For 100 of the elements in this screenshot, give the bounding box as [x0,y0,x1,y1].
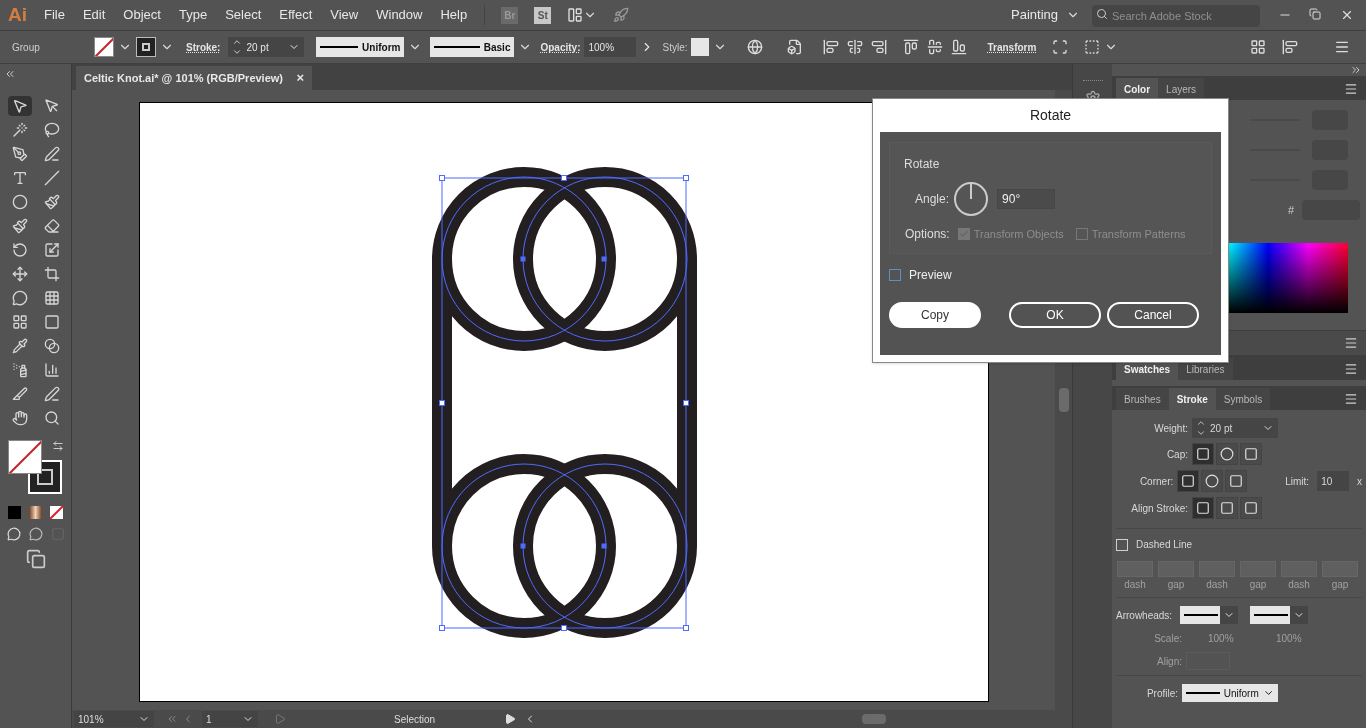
cap-label: Cap: [1165,447,1188,462]
option-button[interactable] [1240,443,1262,465]
search-field[interactable]: Search Adobe Stock [1092,5,1260,27]
option-button[interactable] [1192,497,1214,519]
check-icon [958,229,969,239]
panel-menu-icon[interactable] [1344,82,1358,96]
swap-icon[interactable] [51,440,64,452]
menu-item[interactable]: File [35,5,74,25]
gradient-mode-swatch[interactable] [29,506,42,519]
menu-icon[interactable] [1334,39,1350,55]
transform-link[interactable]: Transform [987,39,1037,55]
spinner-up-icon[interactable] [232,37,243,47]
align-left-icon[interactable] [823,39,840,55]
option-button[interactable] [1225,470,1248,492]
color-mode-swatch[interactable] [8,506,21,519]
brush-dropdown[interactable]: Basic [430,37,515,57]
panel-menu-icon[interactable] [1344,362,1358,376]
dash-gap-label: dash [1124,578,1146,592]
align-center-icon[interactable] [847,39,864,55]
rocket-icon[interactable] [613,7,630,23]
expand-icon[interactable] [1350,64,1362,76]
zoom-field[interactable]: 101% [74,711,154,727]
align-top-icon[interactable] [903,39,920,55]
panel-tab[interactable]: Layers [1158,78,1205,100]
style-label: Style: [662,40,688,55]
weight-field[interactable]: 20 pt [1192,418,1278,438]
app-logo: Ai [7,2,28,27]
artboard-field[interactable]: 1 [202,711,258,727]
dialog-button[interactable]: OK [1009,302,1101,328]
dialog-button[interactable]: Copy [889,302,981,328]
play-icon[interactable] [504,713,516,725]
selection-type-label: Group [12,40,41,55]
limit-field[interactable]: 10 [1317,471,1349,491]
spinner-up-icon[interactable] [1196,418,1206,428]
document-tab[interactable]: Celtic Knot.ai* @ 101% (RGB/Preview) × [76,66,312,90]
option-button[interactable] [1201,470,1224,492]
profile-dropdown[interactable]: Uniform [316,37,405,57]
workspace-switcher[interactable]: Painting [1003,5,1066,25]
start-arrowhead-dropdown[interactable] [1180,606,1238,624]
end-arrowhead-dropdown[interactable] [1250,606,1308,624]
options-label: Options: [905,226,950,243]
menu-item[interactable]: Window [367,5,432,25]
panel-tab[interactable]: Symbols [1215,388,1271,410]
limit-label: Limit: [1285,474,1310,489]
panel-menu-icon[interactable] [1344,336,1358,350]
checkbox[interactable] [889,269,901,281]
stroke-weight-field[interactable]: 20 pt [228,37,305,57]
spinner-down-icon[interactable] [1196,428,1206,438]
none-mode-swatch[interactable] [50,506,63,519]
menu-item[interactable]: Object [114,5,170,25]
stroke-profile-dropdown[interactable]: Uniform [1182,684,1278,702]
align-bottom-icon[interactable] [951,39,968,55]
hex-label: # [1287,202,1294,218]
align-icon[interactable] [1282,39,1298,55]
option-button[interactable] [1240,497,1262,519]
option-icon [1220,447,1234,461]
arrow-align-label: Align: [1156,654,1182,669]
fill-swatch[interactable] [94,37,114,57]
fill-stroke-swatches-drawing[interactable] [7,440,64,494]
color-spectrum[interactable] [1228,243,1348,313]
option-button[interactable] [1216,497,1238,519]
search-icon [1096,8,1108,20]
option-button[interactable] [1192,443,1214,465]
preview-label: Preview [909,267,952,284]
stock-button[interactable]: St [534,6,552,24]
panel-tab[interactable]: Stroke [1168,388,1216,410]
dashed-line-label: Dashed Line [1136,538,1193,552]
panel-menu-icon[interactable] [1344,392,1358,406]
option-button[interactable] [1177,470,1200,492]
menu-item[interactable]: Help [431,5,477,25]
spinner-down-icon[interactable] [232,47,243,57]
align-middle-icon[interactable] [927,39,944,55]
option-icon [1205,474,1220,488]
stroke-swatch[interactable] [136,37,156,57]
collapse-icon[interactable] [4,68,16,80]
stroke-label[interactable]: Stroke: [186,39,221,55]
menu-item[interactable]: Select [216,5,271,25]
align-right-icon[interactable] [871,39,888,55]
opacity-label[interactable]: Opacity: [540,39,581,55]
option-icon [1244,447,1258,461]
option-icon [1196,447,1210,461]
first-artboard-icon[interactable] [166,713,178,725]
option-icon [1196,501,1210,515]
style-swatch[interactable] [691,38,710,56]
close-tab-button[interactable]: × [296,68,304,88]
menu-item[interactable]: View [321,5,368,25]
menu-item[interactable]: Edit [73,5,115,25]
option-icon [1229,474,1244,488]
panel-tab[interactable]: Brushes [1116,388,1169,410]
dialog-button[interactable]: Cancel [1107,302,1199,328]
angle-field[interactable]: 90° [997,189,1056,209]
dash-gap-label: dash [1206,578,1228,592]
menu-item[interactable]: Type [169,5,217,25]
opacity-field[interactable]: 100% [584,37,637,57]
option-button[interactable] [1216,443,1238,465]
panel-tab[interactable]: Color [1116,78,1159,100]
angle-dial-icon[interactable] [953,181,990,217]
grid-icon[interactable] [1250,39,1266,55]
menu-item[interactable]: Effect [270,5,322,25]
recolor-icon[interactable] [747,39,764,55]
